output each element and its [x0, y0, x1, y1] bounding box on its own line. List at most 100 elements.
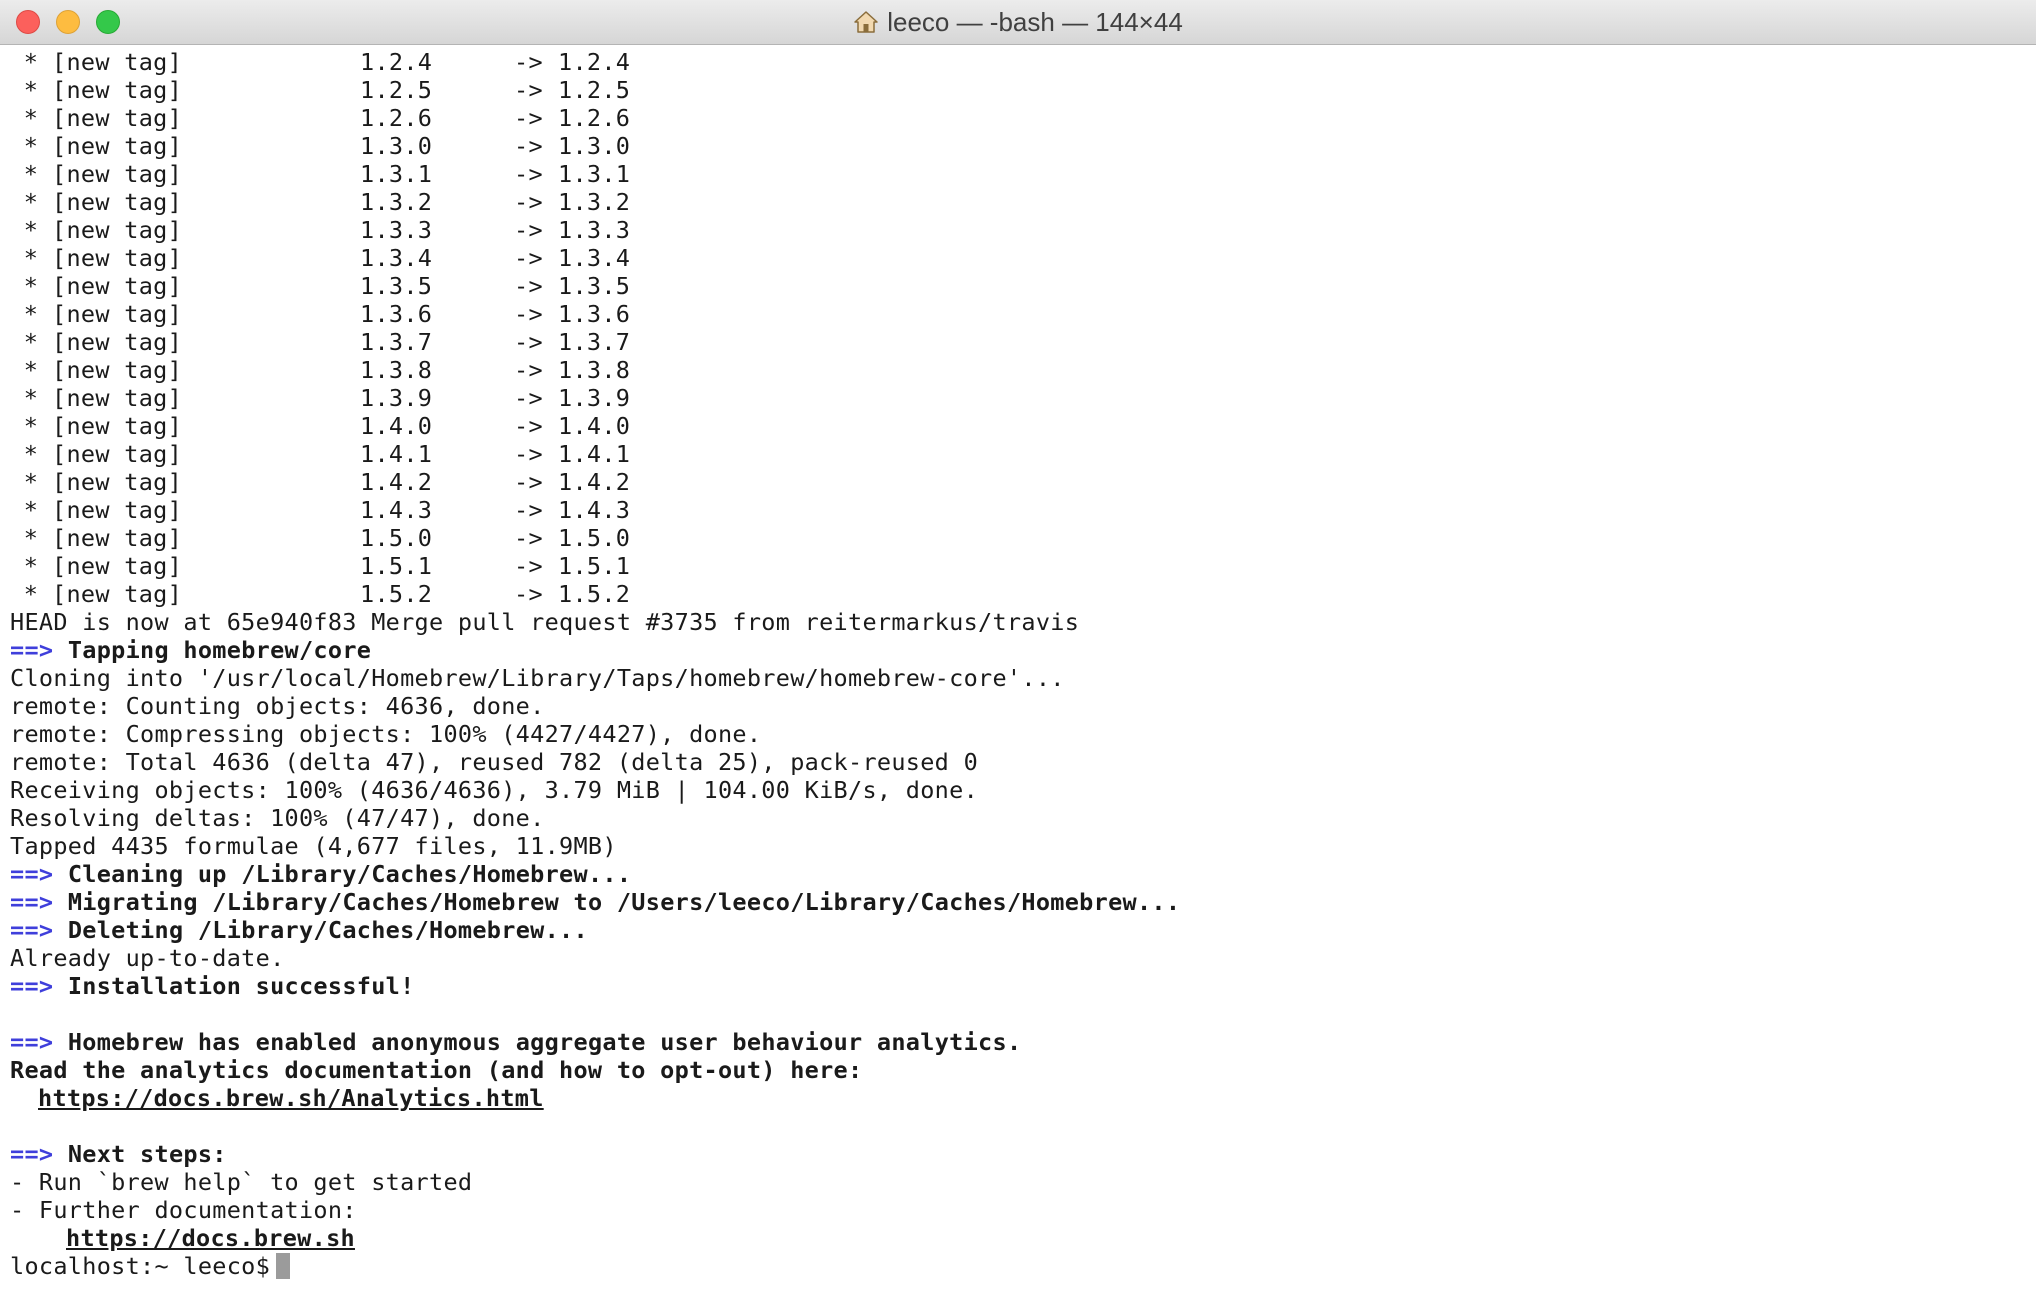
uptodate-line: Already up-to-date.	[10, 944, 285, 972]
new-tag-row: * [new tag] 1.3.1 -> 1.3.1	[10, 160, 2036, 188]
analytics-heading-text: Homebrew has enabled anonymous aggregate…	[67, 1028, 1022, 1056]
tag-source-version: 1.3.5	[360, 272, 433, 300]
new-tag-row: * [new tag] 1.3.6 -> 1.3.6	[10, 300, 2036, 328]
tag-star: *	[23, 272, 39, 300]
tag-source-version: 1.3.6	[360, 300, 433, 328]
tag-star: *	[23, 216, 39, 244]
tag-target-version: 1.4.3	[558, 496, 631, 524]
new-tag-row: * [new tag] 1.3.2 -> 1.3.2	[10, 188, 2036, 216]
prompt-line[interactable]: localhost:~ leeco$	[10, 1252, 2036, 1280]
tag-star: *	[23, 244, 39, 272]
tag-source-version: 1.4.1	[360, 440, 433, 468]
tag-arrow: ->	[514, 552, 543, 580]
tag-arrow: ->	[514, 580, 543, 608]
section-arrow: ==>	[10, 1028, 54, 1056]
tag-source-version: 1.5.0	[360, 524, 433, 552]
tag-arrow: ->	[514, 48, 543, 76]
tag-star: *	[23, 132, 39, 160]
tag-source-version: 1.4.2	[360, 468, 433, 496]
step-run-line: - Run `brew help` to get started	[10, 1168, 473, 1196]
analytics-heading-line: ==> Homebrew has enabled anonymous aggre…	[10, 1028, 2036, 1056]
tag-label: [new tag]	[52, 76, 183, 104]
new-tag-row: * [new tag] 1.5.2 -> 1.5.2	[10, 580, 2036, 608]
tag-label: [new tag]	[52, 160, 183, 188]
tag-target-version: 1.5.1	[558, 552, 631, 580]
cloning-line: Cloning into '/usr/local/Homebrew/Librar…	[10, 664, 1065, 692]
success-text: Installation successful!	[67, 972, 415, 1000]
tag-source-version: 1.3.0	[360, 132, 433, 160]
tag-star: *	[23, 468, 39, 496]
tag-target-version: 1.4.2	[558, 468, 631, 496]
tag-target-version: 1.3.6	[558, 300, 631, 328]
terminal-window: leeco — -bash — 144×44 * [new tag] 1.2.4 ->…	[0, 0, 2036, 1292]
tag-target-version: 1.2.4	[558, 48, 631, 76]
tag-label: [new tag]	[52, 48, 183, 76]
tag-label: [new tag]	[52, 216, 183, 244]
tag-target-version: 1.3.3	[558, 216, 631, 244]
window-title-container: leeco — -bash — 144×44	[0, 0, 2036, 44]
next-steps-text: Next steps:	[67, 1140, 227, 1168]
tag-star: *	[23, 300, 39, 328]
new-tag-row: * [new tag] 1.3.8 -> 1.3.8	[10, 356, 2036, 384]
tag-star: *	[23, 104, 39, 132]
tag-star: *	[23, 384, 39, 412]
tag-label: [new tag]	[52, 524, 183, 552]
tag-label: [new tag]	[52, 440, 183, 468]
new-tag-row: * [new tag] 1.3.3 -> 1.3.3	[10, 216, 2036, 244]
new-tag-row: * [new tag] 1.4.0 -> 1.4.0	[10, 412, 2036, 440]
terminal-output[interactable]: * [new tag] 1.2.4 -> 1.2.4 * [new tag] 1.2.5 -> 1…	[0, 48, 2036, 1292]
tag-star: *	[23, 48, 39, 76]
tag-label: [new tag]	[52, 468, 183, 496]
migrating-text: Migrating /Library/Caches/Homebrew to /U…	[67, 888, 1181, 916]
tag-arrow: ->	[514, 412, 543, 440]
cleaning-text: Cleaning up /Library/Caches/Homebrew...	[67, 860, 632, 888]
new-tag-row: * [new tag] 1.2.5 -> 1.2.5	[10, 76, 2036, 104]
analytics-url-line: https://docs.brew.sh/Analytics.html	[10, 1084, 2036, 1112]
tapping-line: ==> Tapping homebrew/core	[10, 636, 2036, 664]
tag-target-version: 1.3.7	[558, 328, 631, 356]
success-line: ==> Installation successful!	[10, 972, 2036, 1000]
tag-arrow: ->	[514, 384, 543, 412]
section-arrow: ==>	[10, 916, 54, 944]
tag-target-version: 1.3.2	[558, 188, 631, 216]
docs-url-line: https://docs.brew.sh	[10, 1224, 2036, 1252]
analytics-link[interactable]: https://docs.brew.sh/Analytics.html	[38, 1084, 544, 1112]
tapping-text: Tapping homebrew/core	[67, 636, 372, 664]
tag-star: *	[23, 496, 39, 524]
total-line: remote: Total 4636 (delta 47), reused 78…	[10, 748, 979, 776]
docs-link[interactable]: https://docs.brew.sh	[66, 1224, 355, 1252]
tag-label: [new tag]	[52, 244, 183, 272]
tag-source-version: 1.2.5	[360, 76, 433, 104]
tag-target-version: 1.3.8	[558, 356, 631, 384]
tag-arrow: ->	[514, 76, 543, 104]
new-tag-list: * [new tag] 1.2.4 -> 1.2.4 * [new tag] 1.2.5 -> 1…	[10, 48, 2036, 608]
resolving-line: Resolving deltas: 100% (47/47), done.	[10, 804, 545, 832]
tag-arrow: ->	[514, 468, 543, 496]
tag-label: [new tag]	[52, 104, 183, 132]
title-bar[interactable]: leeco — -bash — 144×44	[0, 0, 2036, 45]
tag-arrow: ->	[514, 104, 543, 132]
section-arrow: ==>	[10, 1140, 54, 1168]
section-arrow: ==>	[10, 972, 54, 1000]
tag-star: *	[23, 76, 39, 104]
tag-source-version: 1.4.3	[360, 496, 433, 524]
tag-arrow: ->	[514, 524, 543, 552]
new-tag-row: * [new tag] 1.5.1 -> 1.5.1	[10, 552, 2036, 580]
new-tag-row: * [new tag] 1.4.2 -> 1.4.2	[10, 468, 2036, 496]
tag-source-version: 1.5.2	[360, 580, 433, 608]
section-arrow: ==>	[10, 636, 54, 664]
new-tag-row: * [new tag] 1.3.4 -> 1.3.4	[10, 244, 2036, 272]
tag-star: *	[23, 328, 39, 356]
section-arrow: ==>	[10, 860, 54, 888]
tag-source-version: 1.3.3	[360, 216, 433, 244]
tapped-line: Tapped 4435 formulae (4,677 files, 11.9M…	[10, 832, 617, 860]
tag-label: [new tag]	[52, 580, 183, 608]
new-tag-row: * [new tag] 1.3.5 -> 1.3.5	[10, 272, 2036, 300]
new-tag-row: * [new tag] 1.3.9 -> 1.3.9	[10, 384, 2036, 412]
tag-source-version: 1.2.4	[360, 48, 433, 76]
tag-target-version: 1.3.1	[558, 160, 631, 188]
tag-source-version: 1.3.8	[360, 356, 433, 384]
head-line: HEAD is now at 65e940f83 Merge pull requ…	[10, 608, 1080, 636]
